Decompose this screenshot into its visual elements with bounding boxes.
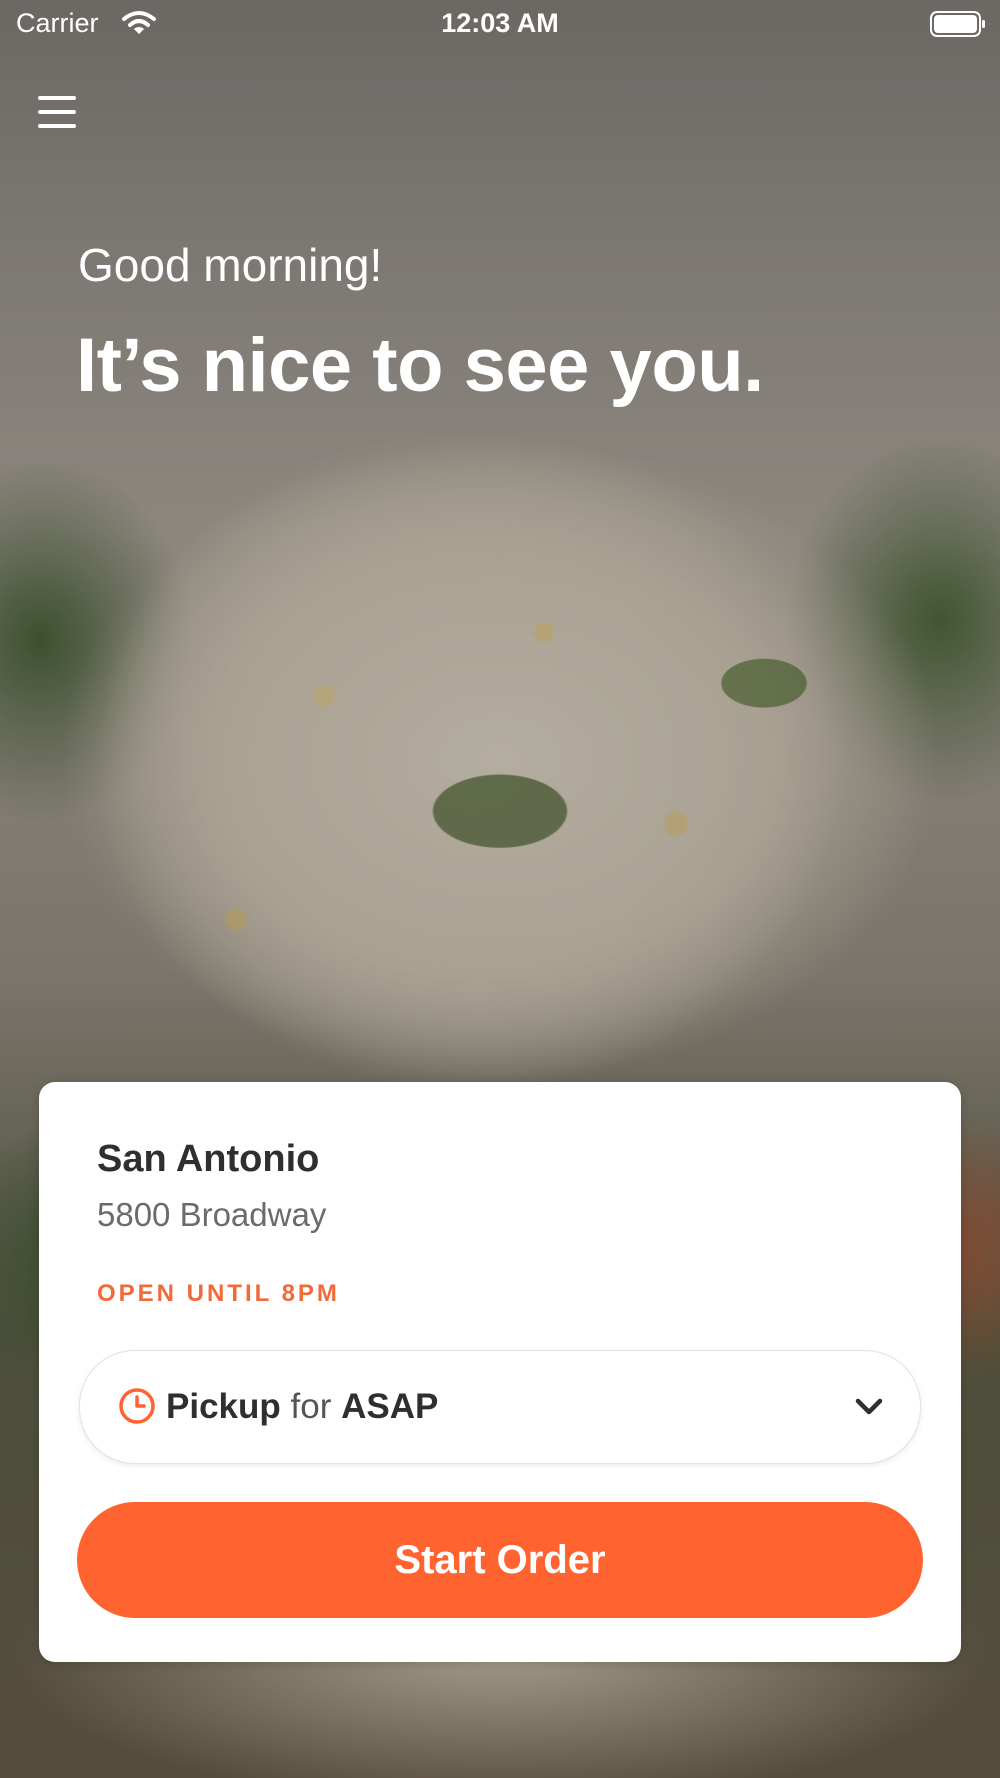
order-mode-label: Pickup xyxy=(166,1387,281,1426)
pickup-summary: Pickup for ASAP xyxy=(166,1387,438,1427)
start-order-button[interactable]: Start Order xyxy=(77,1502,923,1618)
chevron-down-icon[interactable] xyxy=(854,1395,884,1419)
clock-icon xyxy=(119,1388,155,1424)
greeting-text: Good morning! xyxy=(78,239,383,291)
pickup-time-selector[interactable]: Pickup for ASAP xyxy=(79,1350,921,1464)
order-connector-label: for xyxy=(290,1387,332,1426)
headline-text: It’s nice to see you. xyxy=(76,323,764,408)
location-address: 5800 Broadway xyxy=(97,1196,327,1233)
location-card: San Antonio 5800 Broadway OPEN UNTIL 8PM… xyxy=(39,1082,961,1662)
battery-icon xyxy=(930,11,985,37)
clock-time: 12:03 AM xyxy=(441,8,559,38)
location-name: San Antonio xyxy=(97,1138,320,1180)
hours-label: OPEN UNTIL 8PM xyxy=(97,1280,340,1307)
hamburger-menu-icon[interactable] xyxy=(36,92,80,136)
order-time-label: ASAP xyxy=(341,1387,439,1426)
home-screen: Carrier 12:03 AM Good morning! It’s nice… xyxy=(0,0,1000,1778)
status-bar: Carrier 12:03 AM xyxy=(0,0,1000,50)
